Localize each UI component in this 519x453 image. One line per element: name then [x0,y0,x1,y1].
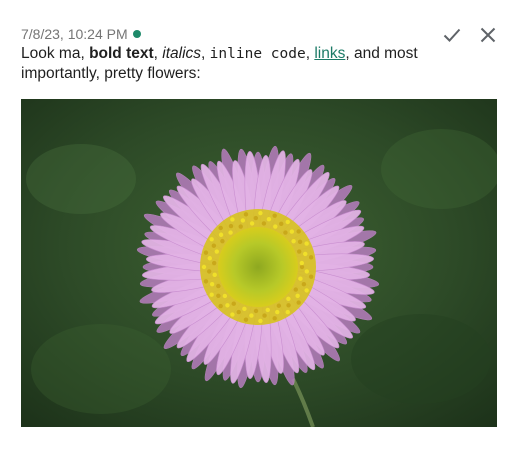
message-body: Look ma, bold text, italics, inline code… [21,44,421,84]
flower-stamen [238,224,243,229]
flower-stamen [272,316,277,321]
message-link[interactable]: links [314,45,345,62]
flower-stamen [285,219,290,225]
flower-image [21,99,497,427]
flower-stamen [206,269,212,274]
flower-stamen [211,243,217,248]
message-text: , [153,45,163,62]
flower-stamen [230,217,235,222]
flower-stamen [203,279,209,284]
flower-stamen [231,301,236,306]
flower-center [218,227,298,307]
flower-stamen [207,256,212,261]
flower-stamen [212,272,217,278]
flower-stamen [228,230,233,235]
flower-stamen [209,282,215,287]
flower-stamen [225,303,230,308]
flower-stamen [228,223,234,229]
check-icon [443,28,461,42]
flower-stamen [308,255,314,260]
status-dot [132,30,141,38]
flower-stamen [249,313,254,318]
flower-stamen [298,276,303,281]
flower-stamen [275,309,280,315]
flower-illustration [21,99,497,427]
flower-stamen [279,221,284,227]
message-text: , [201,45,210,62]
message-card: 7/8/23, 10:24 PM Look ma, bold text, ita… [0,0,519,453]
flower-stamen [209,237,214,242]
flower-stamen [304,269,310,274]
flower-stamen [243,317,249,322]
italic-text: italics [162,45,202,62]
flower-stamen [220,238,225,244]
flower-stamen [253,308,259,314]
flower-stamen [299,264,305,270]
close-button[interactable] [477,24,499,46]
flower-stamen [299,260,305,266]
flower-stamen [201,264,207,270]
flower-stamen [291,238,296,244]
flower-stamen [243,212,249,217]
flower-stamen [301,282,307,287]
flower-stamen [295,293,300,299]
flower-stamen [214,249,220,254]
flower-stamen [236,309,241,315]
confirm-button[interactable] [441,24,463,46]
message-actions [441,24,499,46]
flower-stamen [304,241,309,246]
flower-stamen [222,293,228,299]
flower-stamen [216,293,221,299]
close-icon [480,27,496,43]
flower-stamen [296,300,301,305]
flower-stamen [273,224,278,229]
flower-stamen [276,303,282,308]
message-timestamp: 7/8/23, 10:24 PM [21,26,128,42]
flower-stamen [218,232,224,237]
flower-stamen [285,309,290,315]
flower-stamen [265,307,270,313]
flower-stamen [283,230,288,235]
flower-stamen [286,296,291,302]
flower-stamen [218,303,223,309]
message-text: Look ma, [21,45,90,62]
flower-stamen [296,229,301,234]
flower-stamen [261,221,267,226]
flower-stamen [304,288,309,293]
flower-stamen [286,303,291,308]
flower-stamen [258,318,263,324]
flower-stamen [303,251,308,257]
message-meta: 7/8/23, 10:24 PM [21,26,141,42]
flower-stamen [249,221,255,226]
bold-text: bold text [89,45,154,62]
flower-stamen [297,239,303,245]
flower-stamen [308,274,314,279]
flower-stamen [203,250,209,255]
flower-stamen [293,287,298,292]
flower-stamen [209,292,214,297]
flower-stamen [262,313,267,318]
flower-stamen [296,249,302,254]
flower-stamen [211,260,217,266]
flower-stamen [266,217,272,222]
flower-stamen [240,218,246,223]
flower-stamen [230,312,235,317]
inline-code: inline code [209,46,306,62]
flower-stamen [258,210,263,216]
flower-stamen [253,215,259,221]
flower-stamen [272,213,277,218]
flower-stamen [242,306,247,312]
flower-stamen [216,283,221,289]
flower-stamen [218,225,223,231]
flower-stamen [289,229,295,234]
